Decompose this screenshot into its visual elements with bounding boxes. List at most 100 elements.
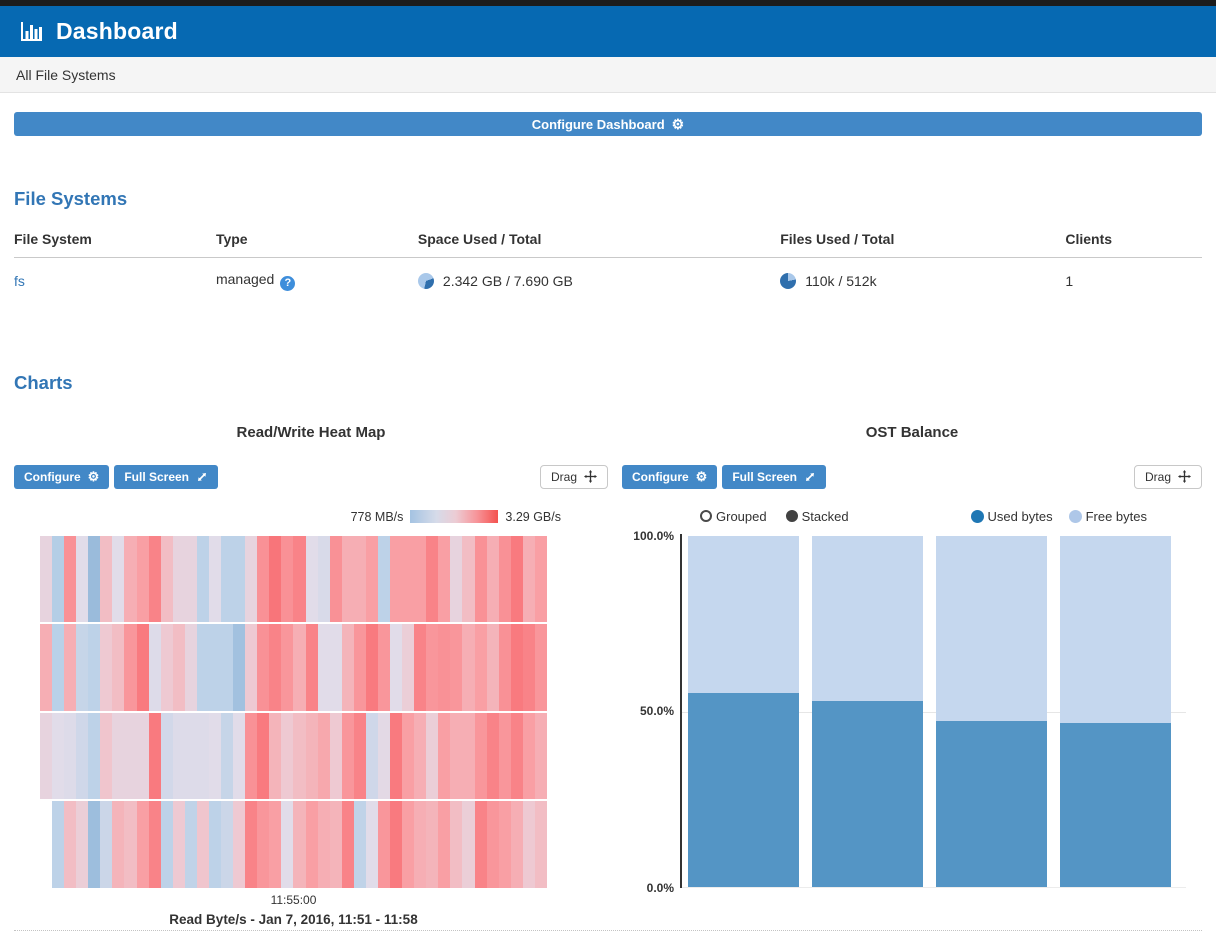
heatmap-cell[interactable] (245, 624, 257, 711)
heatmap-cell[interactable] (438, 713, 450, 800)
breadcrumb-label[interactable]: All File Systems (16, 67, 116, 83)
heatmap-cell[interactable] (40, 624, 52, 711)
heatmap-cell[interactable] (40, 713, 52, 800)
heatmap-cell[interactable] (475, 801, 487, 888)
heatmap-cell[interactable] (76, 801, 88, 888)
heatmap-cell[interactable] (233, 624, 245, 711)
heatmap-cell[interactable] (293, 801, 305, 888)
used-bytes-segment[interactable] (688, 693, 799, 887)
ost-bar[interactable] (1060, 536, 1171, 887)
heatmap-cell[interactable] (245, 536, 257, 623)
heatmap-cell[interactable] (76, 624, 88, 711)
heatmap-cell[interactable] (438, 801, 450, 888)
heatmap-cell[interactable] (149, 536, 161, 623)
heatmap-cell[interactable] (293, 624, 305, 711)
grouped-mode-option[interactable]: Grouped (700, 509, 767, 524)
heatmap-cell[interactable] (414, 713, 426, 800)
heatmap-cell[interactable] (390, 624, 402, 711)
heatmap-cell[interactable] (318, 624, 330, 711)
heatmap-cell[interactable] (257, 536, 269, 623)
heatmap-cell[interactable] (511, 801, 523, 888)
heatmap-cell[interactable] (173, 713, 185, 800)
heatmap-cell[interactable] (402, 536, 414, 623)
heatmap-cell[interactable] (269, 624, 281, 711)
heatmap-cell[interactable] (306, 713, 318, 800)
heatmap-cell[interactable] (197, 801, 209, 888)
heatmap-cell[interactable] (487, 801, 499, 888)
heatmap-cell[interactable] (209, 624, 221, 711)
heatmap-cell[interactable] (523, 536, 535, 623)
heatmap-cell[interactable] (137, 801, 149, 888)
heatmap-cell[interactable] (487, 713, 499, 800)
heatmap-cell[interactable] (245, 801, 257, 888)
heatmap-cell[interactable] (197, 536, 209, 623)
heatmap-cell[interactable] (88, 624, 100, 711)
heatmap-cell[interactable] (185, 713, 197, 800)
heatmap-cell[interactable] (366, 801, 378, 888)
heatmap-cell[interactable] (378, 801, 390, 888)
heatmap-fullscreen-button[interactable]: Full Screen (114, 465, 218, 489)
heatmap-cell[interactable] (462, 713, 474, 800)
free-bytes-segment[interactable] (812, 536, 923, 701)
heatmap-cell[interactable] (499, 713, 511, 800)
heatmap-cell[interactable] (100, 713, 112, 800)
heatmap-cell[interactable] (438, 624, 450, 711)
heatmap-cell[interactable] (52, 801, 64, 888)
heatmap-cell[interactable] (426, 801, 438, 888)
heatmap-cell[interactable] (378, 624, 390, 711)
ost-drag-handle[interactable]: Drag (1134, 465, 1202, 489)
heatmap-cell[interactable] (124, 801, 136, 888)
heatmap-cell[interactable] (173, 801, 185, 888)
heatmap-cell[interactable] (221, 624, 233, 711)
heatmap-grid[interactable] (40, 536, 547, 888)
heatmap-cell[interactable] (414, 624, 426, 711)
heatmap-cell[interactable] (475, 713, 487, 800)
ost-configure-button[interactable]: Configure ⚙ (622, 465, 717, 489)
heatmap-cell[interactable] (112, 536, 124, 623)
heatmap-cell[interactable] (137, 536, 149, 623)
heatmap-cell[interactable] (100, 536, 112, 623)
heatmap-drag-handle[interactable]: Drag (540, 465, 608, 489)
heatmap-cell[interactable] (221, 713, 233, 800)
heatmap-cell[interactable] (342, 624, 354, 711)
heatmap-cell[interactable] (462, 536, 474, 623)
heatmap-cell[interactable] (293, 713, 305, 800)
heatmap-cell[interactable] (281, 713, 293, 800)
free-bytes-segment[interactable] (936, 536, 1047, 721)
heatmap-cell[interactable] (185, 536, 197, 623)
heatmap-cell[interactable] (426, 713, 438, 800)
heatmap-cell[interactable] (197, 713, 209, 800)
heatmap-cell[interactable] (499, 536, 511, 623)
heatmap-cell[interactable] (173, 536, 185, 623)
heatmap-cell[interactable] (76, 713, 88, 800)
heatmap-cell[interactable] (52, 713, 64, 800)
heatmap-cell[interactable] (390, 713, 402, 800)
heatmap-cell[interactable] (281, 536, 293, 623)
heatmap-cell[interactable] (173, 624, 185, 711)
heatmap-cell[interactable] (76, 536, 88, 623)
heatmap-cell[interactable] (354, 624, 366, 711)
heatmap-cell[interactable] (269, 713, 281, 800)
stacked-mode-option[interactable]: Stacked (786, 509, 849, 524)
heatmap-cell[interactable] (233, 801, 245, 888)
heatmap-cell[interactable] (88, 713, 100, 800)
heatmap-cell[interactable] (137, 713, 149, 800)
heatmap-cell[interactable] (281, 801, 293, 888)
heatmap-cell[interactable] (257, 713, 269, 800)
free-bytes-segment[interactable] (688, 536, 799, 693)
heatmap-cell[interactable] (185, 801, 197, 888)
heatmap-cell[interactable] (342, 801, 354, 888)
ost-bar[interactable] (812, 536, 923, 887)
heatmap-cell[interactable] (426, 536, 438, 623)
heatmap-cell[interactable] (414, 536, 426, 623)
heatmap-cell[interactable] (330, 801, 342, 888)
heatmap-cell[interactable] (124, 536, 136, 623)
heatmap-cell[interactable] (523, 801, 535, 888)
heatmap-cell[interactable] (330, 624, 342, 711)
heatmap-cell[interactable] (535, 536, 547, 623)
heatmap-cell[interactable] (378, 536, 390, 623)
heatmap-cell[interactable] (378, 713, 390, 800)
heatmap-cell[interactable] (221, 801, 233, 888)
used-bytes-segment[interactable] (1060, 723, 1171, 887)
heatmap-cell[interactable] (269, 536, 281, 623)
